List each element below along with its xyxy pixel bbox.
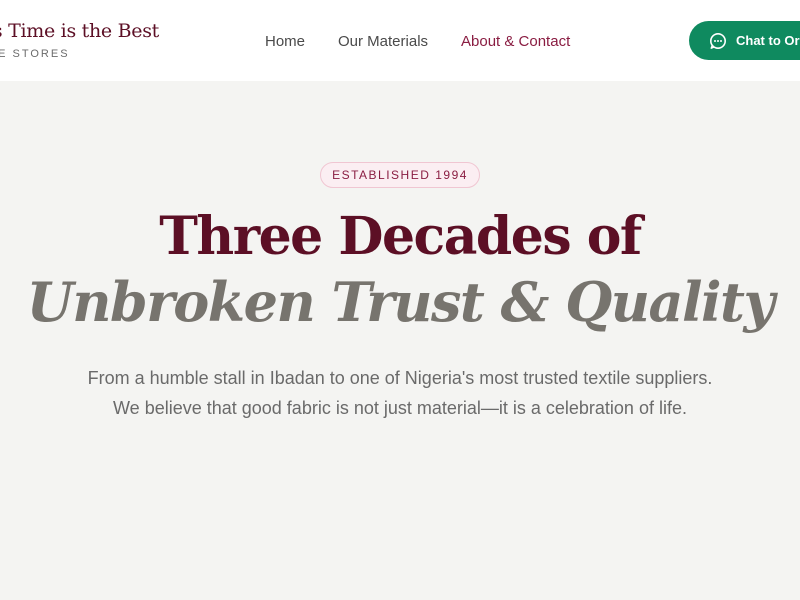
headline-line-1: Three Decades of	[159, 206, 642, 267]
nav-our-materials[interactable]: Our Materials	[338, 33, 428, 50]
lead-line-1: From a humble stall in Ibadan to one of …	[87, 368, 713, 388]
lead-line-2: We believe that good fabric is not just …	[113, 398, 687, 418]
hero-lead-paragraph: From a humble stall in Ibadan to one of …	[0, 363, 800, 423]
chat-to-order-button[interactable]: Chat to Ord	[689, 21, 800, 60]
nav-home[interactable]: Home	[265, 33, 305, 50]
chat-bubble-icon	[709, 32, 727, 50]
headline-line-2: Unbroken Trust & Quality	[26, 270, 775, 334]
chat-to-order-label: Chat to Ord	[736, 33, 800, 48]
brand-subtitle: LE STORES	[0, 48, 70, 60]
established-badge: ESTABLISHED 1994	[320, 162, 480, 188]
nav-about-contact[interactable]: About & Contact	[461, 33, 570, 50]
brand-title[interactable]: 's Time is the Best	[0, 20, 159, 42]
site-header: 's Time is the Best LE STORES Home Our M…	[0, 0, 800, 81]
